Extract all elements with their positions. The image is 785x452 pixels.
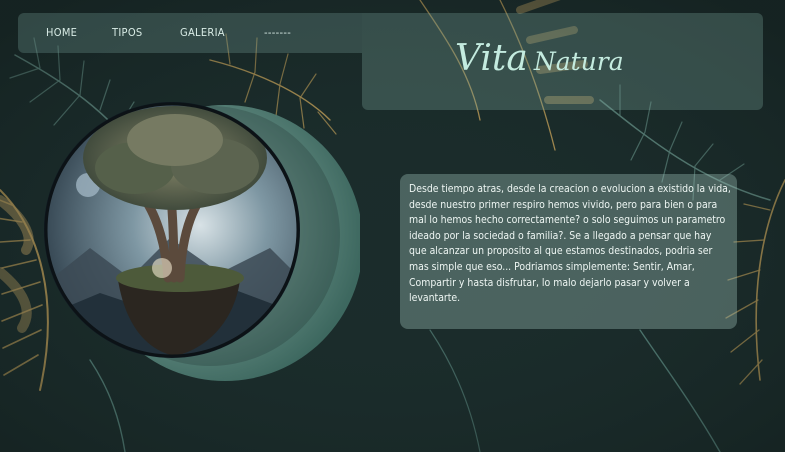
- intro-paragraph: Desde tiempo atras, desde la creacion o …: [409, 183, 731, 305]
- nav-link-tipos[interactable]: TIPOS: [112, 26, 143, 39]
- logo-word-vita: Vita: [455, 38, 528, 79]
- site-logo: Vita Natura: [455, 38, 624, 79]
- logo-word-natura: Natura: [533, 47, 624, 76]
- hero-image-tree-of-life: [40, 88, 363, 393]
- nav-link-galeria[interactable]: GALERIA: [180, 26, 225, 39]
- intro-text-panel: Desde tiempo atras, desde la creacion o …: [400, 174, 737, 329]
- nav-link-home[interactable]: HOME: [46, 26, 77, 39]
- top-navigation: HOME TIPOS GALERIA -------: [18, 13, 362, 53]
- nav-link-placeholder[interactable]: -------: [264, 26, 291, 39]
